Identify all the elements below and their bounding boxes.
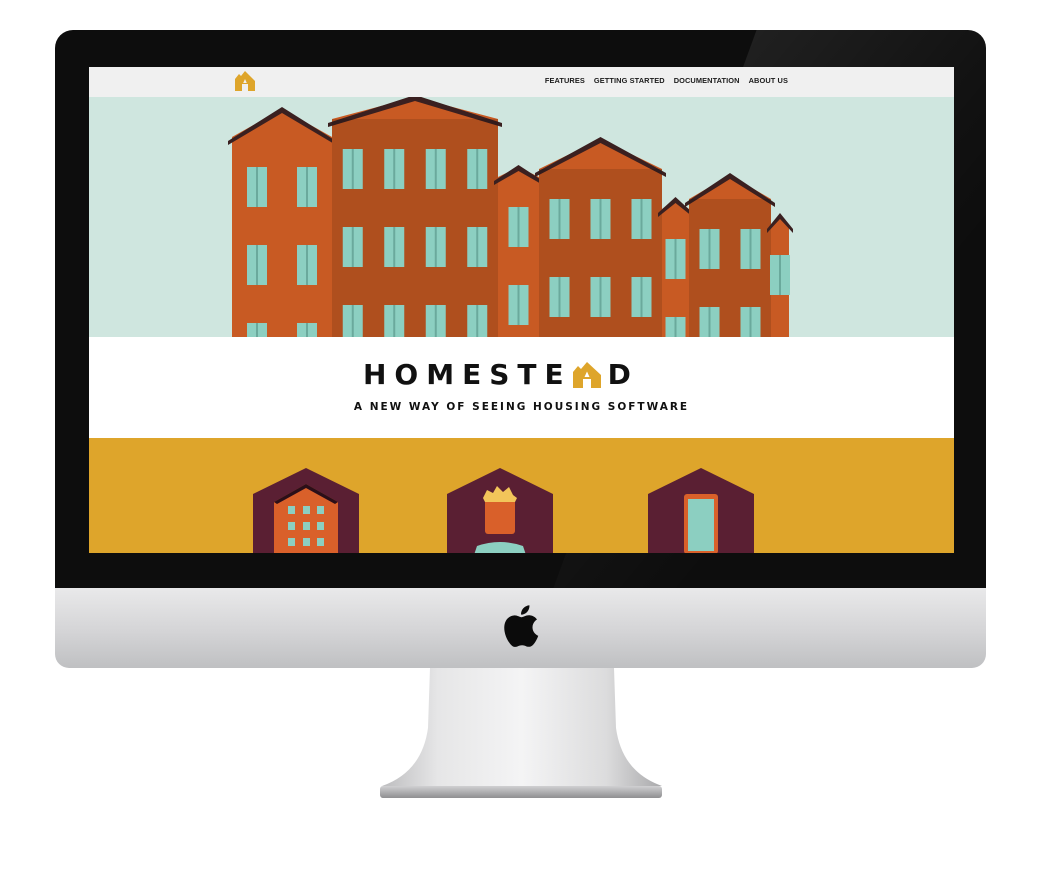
homestead-logo-icon[interactable] xyxy=(234,71,256,92)
wordmark-left: HOMESTE xyxy=(363,358,572,391)
hero-banner xyxy=(89,97,954,337)
window-divider xyxy=(256,167,258,207)
window-divider xyxy=(434,149,437,189)
window-divider xyxy=(351,227,354,267)
nav-links: FEATURES GETTING STARTED DOCUMENTATION A… xyxy=(545,76,788,85)
window-divider xyxy=(351,305,354,337)
nav-link-about-us[interactable]: ABOUT US xyxy=(749,76,788,85)
person-icon[interactable] xyxy=(447,468,553,553)
window-divider xyxy=(393,227,396,267)
title-section: HOMESTE D A NEW WAY OF SEEING HOUSING SO… xyxy=(89,337,954,438)
tagline: A NEW WAY OF SEEING HOUSING SOFTWARE xyxy=(353,401,690,413)
window-divider xyxy=(434,305,437,337)
features-section xyxy=(89,438,954,553)
window-divider xyxy=(517,285,520,325)
nav-link-features[interactable]: FEATURES xyxy=(545,76,585,85)
window-divider xyxy=(476,227,479,267)
window-divider xyxy=(306,323,308,337)
wordmark-right: D xyxy=(607,358,631,391)
window-divider xyxy=(558,199,561,239)
window-divider xyxy=(256,245,258,285)
window-divider xyxy=(599,199,602,239)
window-divider xyxy=(599,277,602,317)
website-screen: FEATURES GETTING STARTED DOCUMENTATION A… xyxy=(89,67,954,553)
wordmark-house-a-icon xyxy=(572,362,601,388)
window-divider xyxy=(779,255,781,295)
window-divider xyxy=(558,277,561,317)
window-divider xyxy=(749,229,752,269)
window-divider xyxy=(708,307,711,337)
window-divider xyxy=(256,323,258,337)
window-divider xyxy=(674,317,677,337)
window-divider xyxy=(393,149,396,189)
window-divider xyxy=(434,227,437,267)
homestead-wordmark: HOMESTE D xyxy=(363,360,631,390)
door-icon[interactable] xyxy=(648,468,754,553)
nav-link-getting-started[interactable]: GETTING STARTED xyxy=(594,76,665,85)
window-divider xyxy=(640,277,643,317)
window-divider xyxy=(517,207,520,247)
monitor-stand xyxy=(380,668,662,798)
apartment-building-icon[interactable] xyxy=(253,468,359,553)
nav-link-documentation[interactable]: DOCUMENTATION xyxy=(674,76,740,85)
brick-buildings-illustration xyxy=(228,97,793,337)
window-divider xyxy=(393,305,396,337)
top-navigation: FEATURES GETTING STARTED DOCUMENTATION A… xyxy=(89,67,954,97)
window-divider xyxy=(476,149,479,189)
window-divider xyxy=(749,307,752,337)
window-divider xyxy=(708,229,711,269)
window-divider xyxy=(306,245,308,285)
window-divider xyxy=(351,149,354,189)
window-divider xyxy=(640,199,643,239)
window-divider xyxy=(476,305,479,337)
window-divider xyxy=(674,239,677,279)
window-divider xyxy=(306,167,308,207)
apple-logo-icon xyxy=(504,605,539,647)
